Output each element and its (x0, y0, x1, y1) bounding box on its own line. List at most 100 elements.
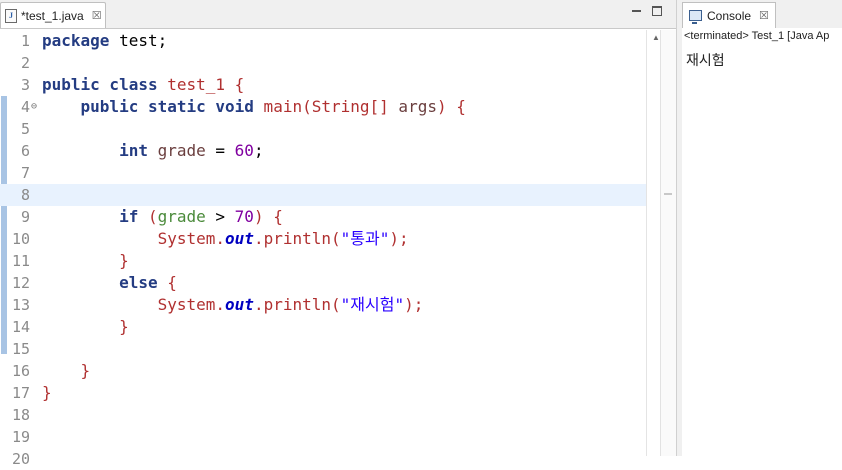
overview-ruler[interactable] (660, 30, 677, 456)
editor-tab-bar: J *test_1.java ☒ (0, 0, 676, 29)
code-line: 7 (0, 162, 648, 184)
code-text: ; (253, 141, 264, 160)
console-tab-label: Console (707, 8, 752, 23)
number-literal: 70 (234, 207, 254, 226)
line-number: 6 (20, 142, 30, 160)
tab-console[interactable]: Console ☒ (682, 2, 776, 28)
line-number: 13 (11, 296, 30, 314)
code-text: { (157, 273, 177, 292)
tab-label: *test_1.java (21, 8, 84, 23)
code-text: { (225, 75, 245, 94)
code-line: 20 (0, 448, 648, 470)
console-output[interactable]: 재시험 (686, 50, 725, 70)
method-name: println (263, 295, 332, 314)
code-text: } (119, 251, 129, 270)
field: out (225, 229, 254, 248)
code-text: . (253, 229, 264, 248)
keyword: package (42, 31, 110, 50)
code-text: > (205, 207, 235, 226)
maximize-button[interactable] (652, 6, 662, 16)
fold-icon[interactable]: ⊖ (31, 96, 37, 118)
overview-marker (664, 193, 672, 195)
code-area[interactable]: 1 package test; 2 3 public class test_1 { … (0, 30, 648, 470)
line-number: 10 (11, 230, 30, 248)
code-text: } (119, 317, 129, 336)
method-name: println (263, 229, 332, 248)
code-editor[interactable]: J *test_1.java ☒ 1 package test; 2 3 publi… (0, 0, 677, 468)
line-number: 2 (20, 54, 30, 72)
code-text: = (205, 141, 235, 160)
keyword: if (119, 207, 139, 226)
close-icon[interactable]: ☒ (759, 9, 769, 22)
line-number: 8 (20, 186, 30, 204)
line-number: 16 (11, 362, 30, 380)
keyword: public class (42, 75, 158, 94)
line-number: 4 (20, 98, 30, 116)
close-icon[interactable]: ☒ (92, 9, 102, 22)
class-name: System. (157, 295, 226, 314)
line-number: 7 (20, 164, 30, 182)
keyword: else (119, 273, 158, 292)
window-controls (631, 6, 662, 17)
line-number: 11 (11, 252, 30, 270)
line-number: 20 (11, 450, 30, 468)
minimize-button[interactable] (631, 6, 642, 17)
line-number: 9 (20, 208, 30, 226)
variable: grade (157, 207, 206, 226)
code-line: 10 System.out.println("통과"); (0, 228, 648, 250)
java-file-icon: J (5, 8, 17, 23)
keyword: int (119, 141, 148, 160)
string-literal: "통과" (340, 229, 390, 248)
code-text: ( (138, 207, 158, 226)
line-number: 12 (11, 274, 30, 292)
code-text: ); (389, 229, 409, 248)
line-number: 3 (20, 76, 30, 94)
code-text: . (253, 295, 264, 314)
line-number: 14 (11, 318, 30, 336)
code-line: 9 if (grade > 70) { (0, 206, 648, 228)
console-status: <terminated> Test_1 [Java Ap (684, 30, 830, 42)
code-line: 12 else { (0, 272, 648, 294)
method-name: main (253, 97, 303, 116)
code-text: } (42, 383, 52, 402)
code-line: 11 } (0, 250, 648, 272)
class-name: test_1 (157, 75, 226, 94)
number-literal: 60 (234, 141, 254, 160)
code-text: ( (331, 229, 341, 248)
code-text: ) { (253, 207, 283, 226)
class-name: System. (157, 229, 226, 248)
code-line: 15 (0, 338, 648, 360)
code-line: 16 } (0, 360, 648, 382)
keyword: public static void (80, 97, 254, 116)
code-text: [] (369, 97, 389, 116)
type-name: String (311, 97, 370, 116)
line-number: 17 (11, 384, 30, 402)
line-number: 1 (20, 32, 30, 50)
code-line: 5 (0, 118, 648, 140)
console-icon (689, 10, 702, 24)
code-text: ); (404, 295, 424, 314)
code-line: 6 int grade = 60; (0, 140, 648, 162)
tab-test-1-java[interactable]: J *test_1.java ☒ (0, 2, 106, 28)
code-text: ) { (436, 97, 466, 116)
parameter: args (388, 97, 437, 116)
code-line: 18 (0, 404, 648, 426)
line-number: 15 (11, 340, 30, 358)
code-line: 17} (0, 382, 648, 404)
console-tab-bar: Console ☒ (682, 0, 842, 28)
console-view[interactable]: Console ☒ <terminated> Test_1 [Java Ap 재… (682, 0, 842, 456)
scroll-up-icon[interactable]: ▲ (652, 33, 660, 42)
code-line: 3 public class test_1 { (0, 74, 648, 96)
code-text: ( (331, 295, 341, 314)
field: out (225, 295, 254, 314)
code-line: 2 (0, 52, 648, 74)
line-number: 5 (20, 120, 30, 138)
code-line: 13 System.out.println("재시험"); (0, 294, 648, 316)
code-line: 1 package test; (0, 30, 648, 52)
line-number: 18 (11, 406, 30, 424)
code-line: 14 } (0, 316, 648, 338)
code-text: ( (302, 97, 312, 116)
code-line: 4 ⊖ public static void main(String[] args… (0, 96, 648, 118)
code-text: } (80, 361, 91, 380)
string-literal: "재시험" (340, 295, 405, 314)
